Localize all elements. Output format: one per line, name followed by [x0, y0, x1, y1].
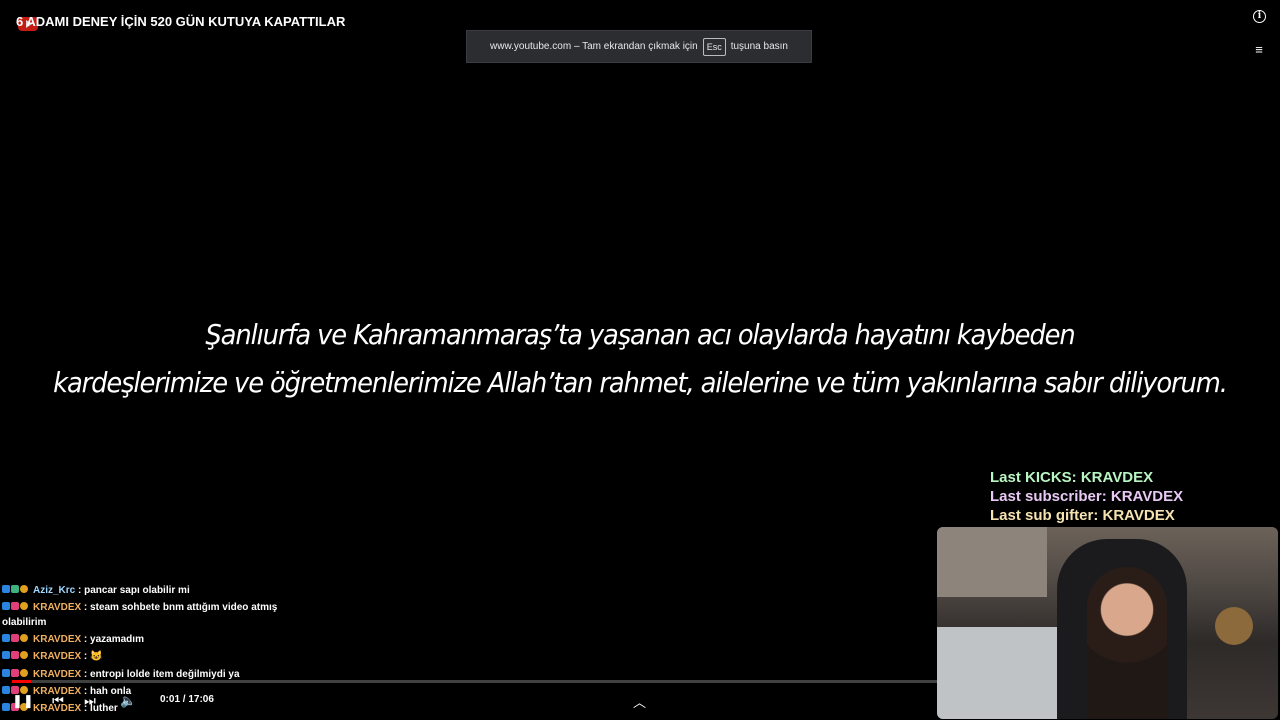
- chat-badges: [2, 600, 33, 615]
- chat-message: KRAVDEX : steam sohbete bnm attığım vide…: [2, 599, 302, 631]
- previous-icon[interactable]: ⏮: [50, 693, 66, 709]
- chat-message: KRAVDEX : yazamadım: [2, 631, 302, 648]
- fullscreen-exit-notice: www.youtube.com – Tam ekrandan çıkmak iç…: [466, 30, 812, 63]
- volume-icon[interactable]: 🔈: [120, 693, 136, 709]
- pause-icon[interactable]: ❚❚: [12, 693, 34, 709]
- chat-username: KRAVDEX: [33, 602, 82, 614]
- chat-separator: :: [81, 602, 91, 614]
- chat-separator: :: [75, 585, 85, 597]
- time-display: 0:01 / 17:06: [160, 694, 214, 705]
- chat-username: Aziz_Krc: [33, 585, 76, 597]
- video-title[interactable]: 6 ADAMI DENEY İÇİN 520 GÜN KUTUYA KAPATT…: [16, 14, 345, 29]
- chat-separator: :: [81, 668, 91, 680]
- chat-separator: :: [81, 634, 91, 646]
- webcam-overlay: [937, 527, 1278, 719]
- chat-text: 😺: [90, 651, 103, 663]
- chat-username: KRAVDEX: [33, 634, 82, 646]
- chevron-up-icon[interactable]: ︿: [633, 692, 646, 711]
- next-icon[interactable]: ⏭: [82, 693, 98, 709]
- webcam-desk: [937, 627, 1067, 719]
- chat-badges: [2, 582, 33, 599]
- last-kicks-alert: Last KICKS: KRAVDEX: [990, 469, 1154, 486]
- last-subscriber-alert: Last subscriber: KRAVDEX: [990, 488, 1184, 505]
- webcam-streamer: [1087, 567, 1167, 719]
- player-controls: ❚❚ ⏮ ⏭ 🔈 0:01 / 17:06 ︿: [0, 680, 937, 720]
- chat-badges: [2, 631, 33, 648]
- progress-bar[interactable]: [12, 680, 937, 683]
- chat-badges: [2, 648, 33, 665]
- chat-message: KRAVDEX : 😺: [2, 648, 302, 665]
- stream-alerts-overlay: Last KICKS: KRAVDEX Last subscriber: KRA…: [990, 468, 1183, 525]
- caption-line-2: kardeşlerimize ve öğretmenlerimize Allah…: [53, 366, 1228, 399]
- progress-fill: [12, 680, 31, 683]
- chat-text: yazamadım: [90, 634, 144, 646]
- chat-username: KRAVDEX: [33, 668, 82, 680]
- chat-text: entropi lolde item değilmiydi ya: [90, 668, 240, 680]
- chat-username: KRAVDEX: [33, 651, 82, 663]
- playlist-icon[interactable]: ≡: [1252, 43, 1266, 57]
- caption-line-1: Şanlıurfa ve Kahramanmaraş’ta yaşanan ac…: [205, 318, 1075, 351]
- webcam-background: [937, 527, 1047, 597]
- chat-text: pancar sapı olabilir mi: [84, 585, 190, 597]
- webcam-plush-toy: [1215, 607, 1253, 645]
- info-icon[interactable]: i: [1253, 10, 1266, 23]
- chat-separator: :: [81, 651, 91, 663]
- fullscreen-notice-prefix: www.youtube.com – Tam ekrandan çıkmak iç…: [490, 41, 698, 52]
- chat-message: Aziz_Krc : pancar sapı olabilir mi: [2, 582, 302, 599]
- fullscreen-notice-suffix: tuşuna basın: [730, 41, 788, 52]
- esc-key-label: Esc: [702, 37, 726, 56]
- last-sub-gifter-alert: Last sub gifter: KRAVDEX: [990, 507, 1175, 524]
